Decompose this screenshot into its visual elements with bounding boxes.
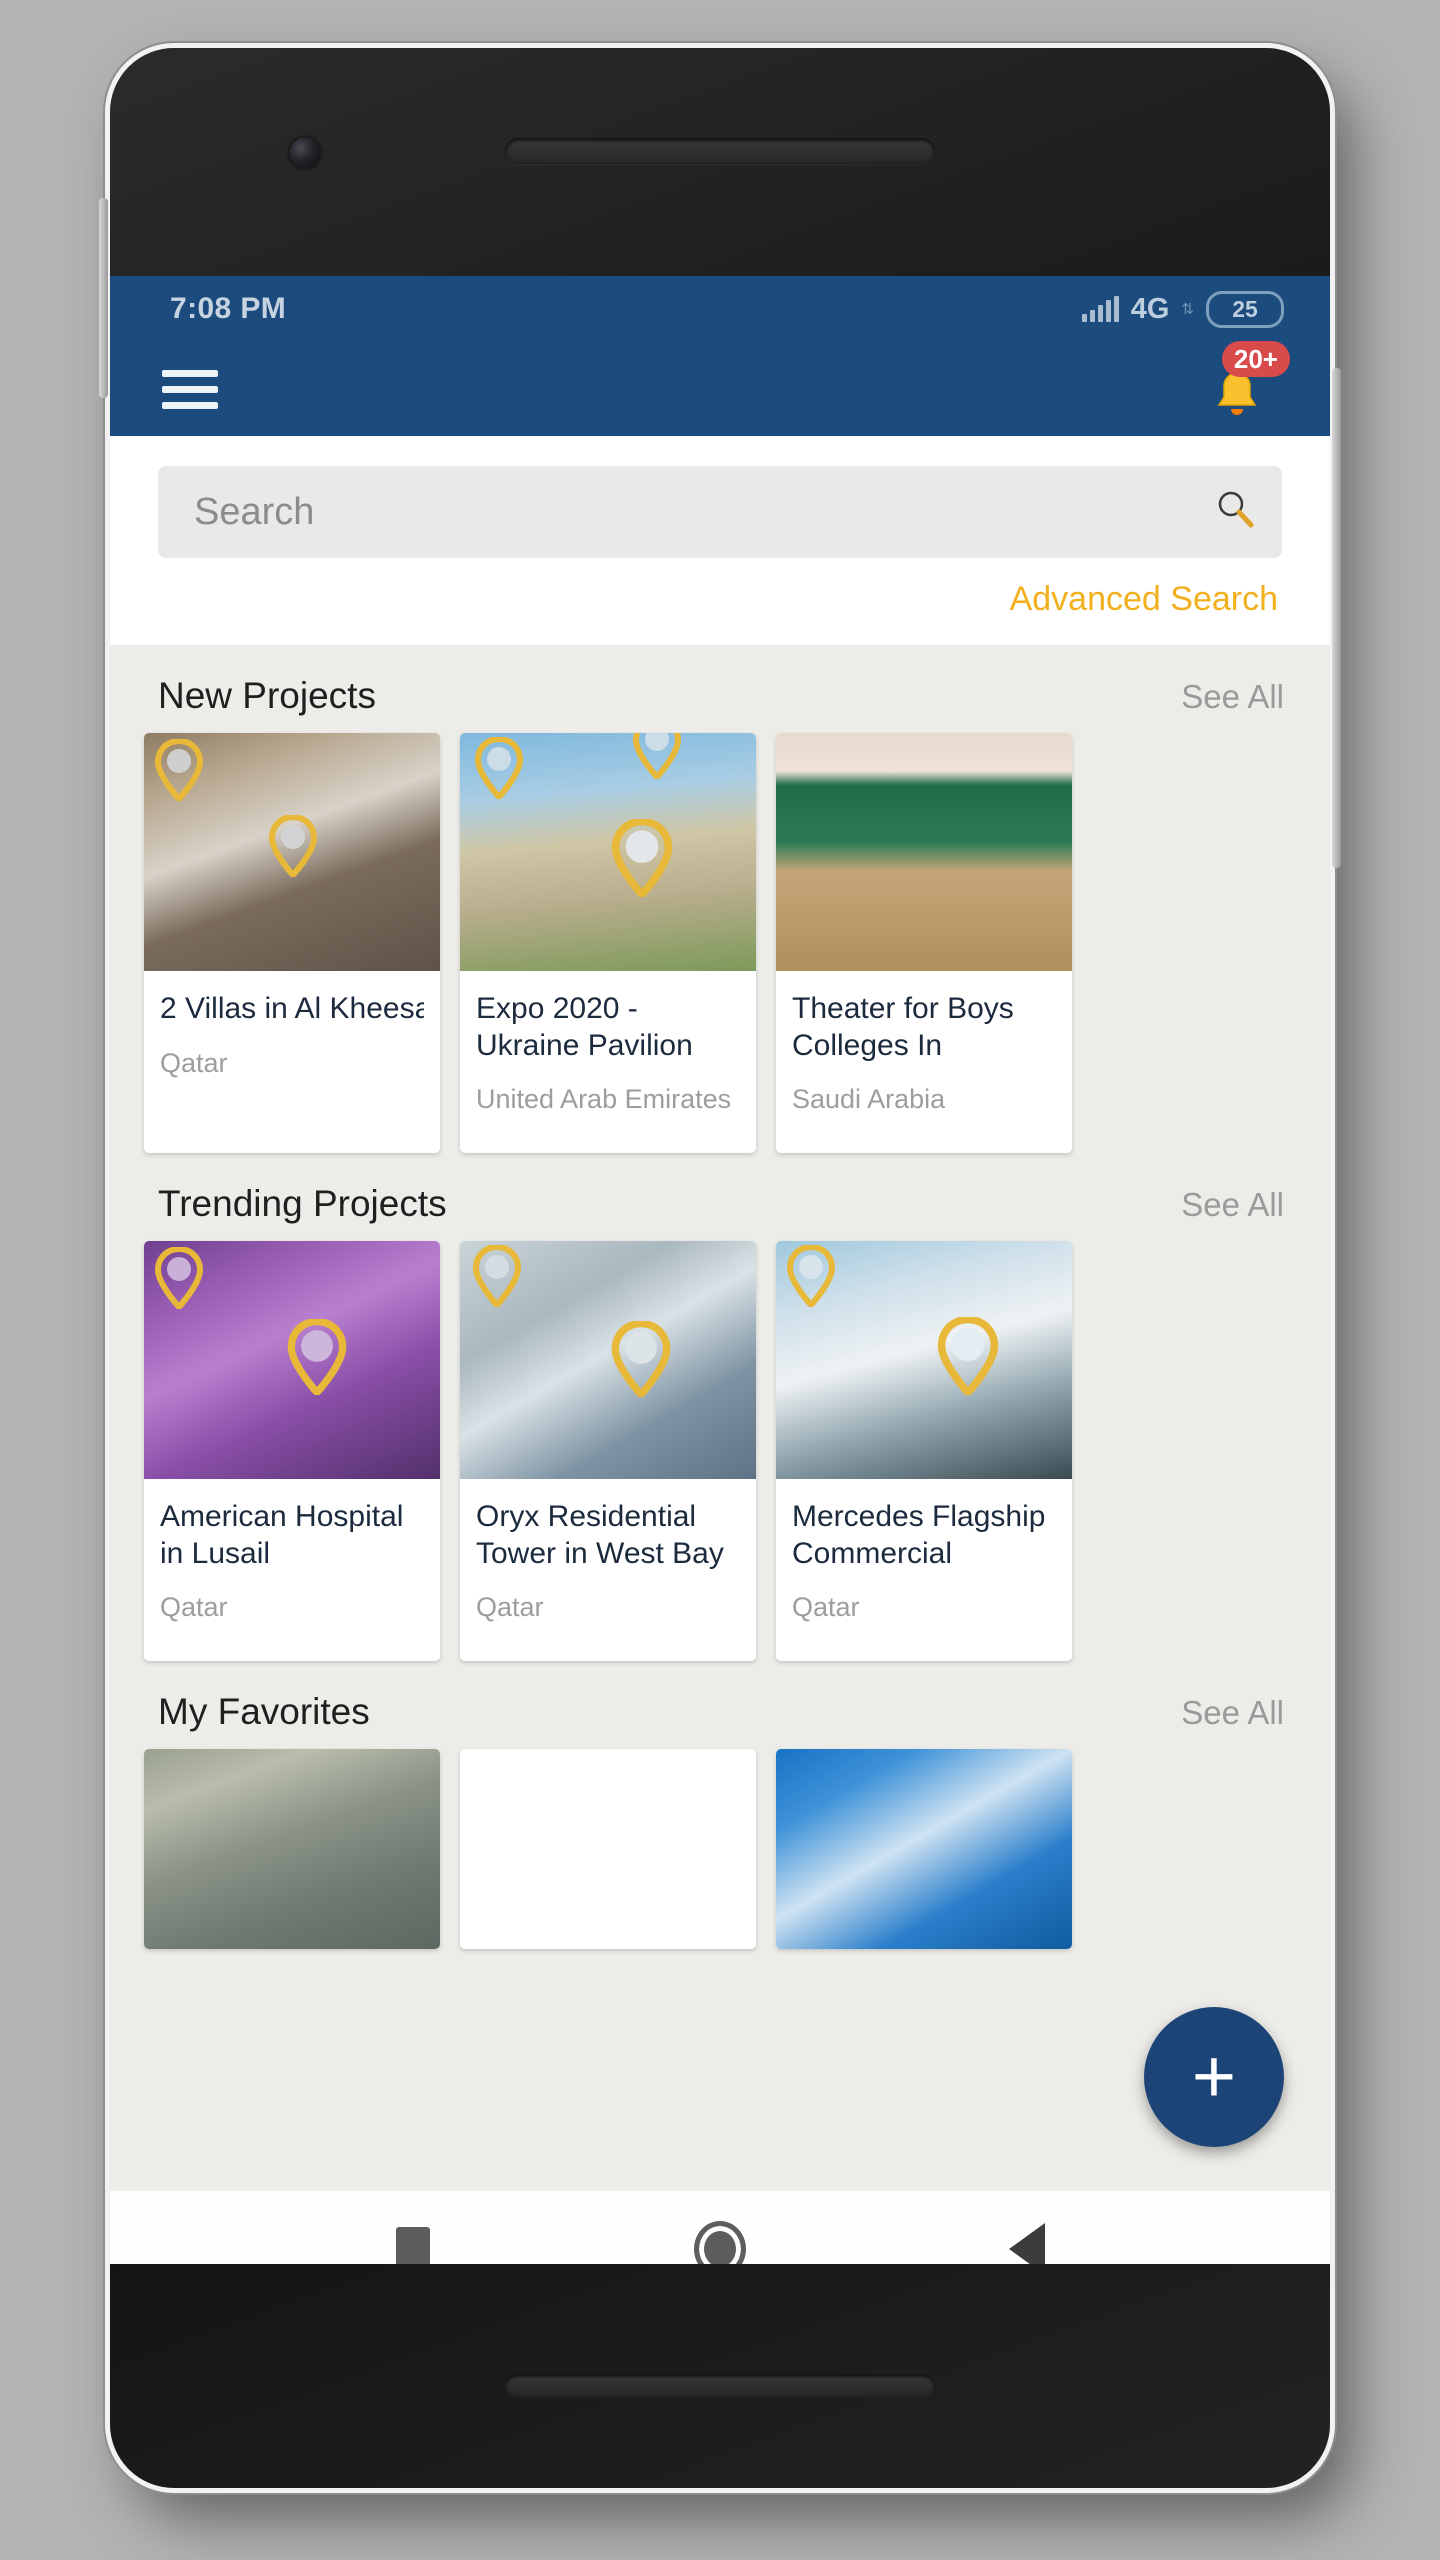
section-title: My Favorites bbox=[158, 1691, 370, 1732]
network-type-label: 4G bbox=[1130, 292, 1170, 325]
search-input[interactable] bbox=[194, 490, 1214, 534]
project-location: Saudi Arabia bbox=[792, 1084, 946, 1115]
map-pin-icon bbox=[284, 1319, 350, 1395]
map-pin-icon bbox=[630, 733, 684, 779]
map-pin-icon bbox=[470, 1245, 524, 1307]
project-card-body: Expo 2020 - Ukraine Pavilion United Arab… bbox=[460, 971, 756, 1153]
data-transfer-icon: ⇅ bbox=[1181, 300, 1194, 318]
project-title: Oryx Residential Tower in West Bay bbox=[476, 1500, 724, 1570]
status-bar-indicators: 4G ⇅ 25 bbox=[1081, 290, 1284, 328]
project-card[interactable]: Theater for Boys Colleges In Saudi Arabi… bbox=[776, 733, 1072, 1153]
project-location: Qatar bbox=[160, 1047, 228, 1078]
project-card-body: Oryx Residential Tower in West Bay Qatar bbox=[460, 1479, 756, 1661]
favorite-image bbox=[144, 1749, 440, 1949]
notification-badge: 20+ bbox=[1221, 341, 1290, 377]
see-all-new-projects[interactable]: See All bbox=[1181, 678, 1284, 716]
section-header-trending-projects: Trending Projects See All bbox=[110, 1153, 1330, 1241]
project-title: American Hospital in Lusail bbox=[160, 1500, 404, 1570]
device-side-button-left bbox=[99, 198, 108, 398]
phone-device-frame: 7:08 PM 4G ⇅ 25 20+ Search Advanced Sear… bbox=[99, 48, 1341, 2488]
search-box[interactable] bbox=[158, 466, 1282, 558]
map-pin-icon bbox=[784, 1245, 838, 1307]
project-image bbox=[460, 733, 756, 971]
project-card-body: American Hospital in Lusail Qatar bbox=[144, 1479, 440, 1661]
plus-icon: + bbox=[1191, 2034, 1237, 2119]
map-pin-icon bbox=[934, 1317, 1002, 1395]
notifications-button[interactable]: 20+ bbox=[1206, 341, 1290, 427]
nav-home-button[interactable] bbox=[665, 2221, 775, 2264]
project-location: Qatar bbox=[476, 1592, 544, 1623]
hamburger-menu-icon[interactable] bbox=[162, 361, 218, 418]
section-title: New Projects bbox=[158, 675, 376, 716]
map-pin-icon bbox=[266, 815, 320, 877]
project-card[interactable]: Mercedes Flagship Commercial Qatar bbox=[776, 1241, 1072, 1661]
map-pin-icon bbox=[608, 1321, 674, 1397]
bottom-speaker-grille bbox=[505, 2374, 935, 2398]
project-location: Qatar bbox=[792, 1592, 860, 1623]
magnifier-icon[interactable] bbox=[1214, 488, 1256, 537]
project-card-body: 2 Villas in Al Kheesa Qatar bbox=[144, 971, 440, 1153]
search-section: Advanced Search bbox=[110, 436, 1330, 645]
add-project-fab[interactable]: + bbox=[1144, 2007, 1284, 2147]
project-title: 2 Villas in Al Kheesa bbox=[160, 992, 424, 1025]
see-all-my-favorites[interactable]: See All bbox=[1181, 1694, 1284, 1732]
project-image bbox=[460, 1241, 756, 1479]
project-image bbox=[776, 1241, 1072, 1479]
battery-level-indicator: 25 bbox=[1206, 290, 1284, 328]
favorite-card[interactable] bbox=[776, 1749, 1072, 1949]
project-location: United Arab Emirates bbox=[476, 1084, 732, 1115]
card-row-my-favorites[interactable] bbox=[110, 1749, 1330, 1949]
project-card-body: Mercedes Flagship Commercial Qatar bbox=[776, 1479, 1072, 1661]
project-title: Theater for Boys Colleges In bbox=[792, 992, 1014, 1062]
favorite-card[interactable] bbox=[144, 1749, 440, 1949]
map-pin-icon bbox=[152, 739, 206, 801]
home-circle-icon bbox=[693, 2221, 746, 2264]
earpiece-speaker bbox=[505, 138, 935, 164]
nav-recents-button[interactable] bbox=[358, 2227, 468, 2264]
advanced-search-link[interactable]: Advanced Search bbox=[158, 580, 1278, 619]
project-image bbox=[776, 733, 1072, 971]
signal-bars-icon bbox=[1081, 296, 1119, 322]
bell-icon bbox=[1212, 369, 1262, 431]
project-card-body: Theater for Boys Colleges In Saudi Arabi… bbox=[776, 971, 1072, 1153]
project-location: Qatar bbox=[160, 1592, 228, 1623]
card-row-trending-projects[interactable]: American Hospital in Lusail Qatar Oryx R… bbox=[110, 1241, 1330, 1661]
section-header-my-favorites: My Favorites See All bbox=[110, 1661, 1330, 1749]
project-card[interactable]: 2 Villas in Al Kheesa Qatar bbox=[144, 733, 440, 1153]
recents-square-icon bbox=[396, 2227, 431, 2264]
projects-content[interactable]: New Projects See All 2 Villas in Al Khee… bbox=[110, 645, 1330, 2191]
status-bar-time: 7:08 PM bbox=[170, 292, 287, 325]
device-side-button-right bbox=[1332, 368, 1341, 868]
back-triangle-icon bbox=[1008, 2223, 1045, 2264]
section-title: Trending Projects bbox=[158, 1183, 447, 1224]
project-card[interactable]: Oryx Residential Tower in West Bay Qatar bbox=[460, 1241, 756, 1661]
project-title: Mercedes Flagship Commercial bbox=[792, 1500, 1046, 1570]
phone-screen: 7:08 PM 4G ⇅ 25 20+ Search Advanced Sear… bbox=[110, 276, 1330, 2264]
app-bar: 20+ bbox=[110, 341, 1330, 436]
map-pin-icon bbox=[472, 737, 526, 799]
project-image bbox=[144, 1241, 440, 1479]
project-image bbox=[144, 733, 440, 971]
favorite-image bbox=[460, 1749, 756, 1949]
android-navigation-bar bbox=[110, 2191, 1330, 2264]
map-pin-icon bbox=[152, 1247, 206, 1309]
see-all-trending-projects[interactable]: See All bbox=[1181, 1186, 1284, 1224]
project-card[interactable]: American Hospital in Lusail Qatar bbox=[144, 1241, 440, 1661]
section-header-new-projects: New Projects See All bbox=[110, 645, 1330, 733]
status-bar: 7:08 PM 4G ⇅ 25 bbox=[110, 276, 1330, 342]
nav-back-button[interactable] bbox=[972, 2223, 1082, 2264]
project-card[interactable]: Expo 2020 - Ukraine Pavilion United Arab… bbox=[460, 733, 756, 1153]
project-title: Expo 2020 - Ukraine Pavilion bbox=[476, 992, 693, 1062]
favorite-card[interactable] bbox=[460, 1749, 756, 1949]
card-row-new-projects[interactable]: 2 Villas in Al Kheesa Qatar Expo 2020 - … bbox=[110, 733, 1330, 1153]
front-camera-icon bbox=[290, 138, 320, 168]
map-pin-icon bbox=[608, 819, 676, 897]
favorite-image bbox=[776, 1749, 1072, 1949]
